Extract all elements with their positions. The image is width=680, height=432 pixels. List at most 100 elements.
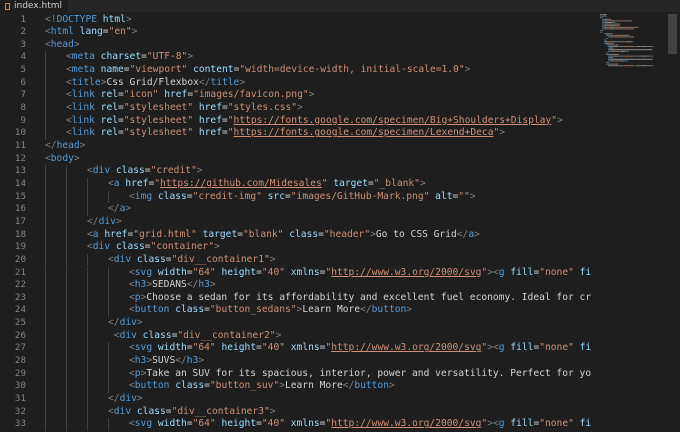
code-text: <p>Take an SUV for its spacious, interio…	[129, 368, 592, 381]
line-number: 9	[20, 114, 26, 126]
code-line[interactable]: 12 <body>	[0, 153, 592, 166]
minimap-line	[606, 54, 607, 55]
code-text: <h3>SEDANS</h3>	[129, 279, 216, 292]
minimap-line	[650, 55, 651, 57]
indent-guide	[45, 266, 46, 280]
indent-guide	[45, 342, 46, 356]
code-line[interactable]: 23 <p>Choose a sedan for its affordabilit…	[0, 291, 592, 305]
minimap-line	[608, 55, 609, 57]
code-token: http://www.w3.org/2000/svg	[331, 266, 482, 278]
code-line[interactable]: 17 </div>	[0, 215, 592, 229]
code-line[interactable]: 8 <link rel="stylesheet" href="styles.css…	[0, 102, 592, 115]
code-line[interactable]: 10 <link rel="stylesheet" href="https://f…	[0, 127, 592, 140]
scrollbar-thumb[interactable]	[668, 14, 677, 54]
code-token: class	[136, 405, 166, 417]
code-token: "div__container3"	[171, 405, 270, 417]
code-line[interactable]: 29 <p>Take an SUV for its spacious, inter…	[0, 367, 592, 381]
tab-index-html[interactable]: index.html	[0, 0, 68, 12]
code-line[interactable]: 24 <button class="button_sedans">Learn Mo…	[0, 304, 592, 318]
code-line[interactable]: 27 <svg width="64" height="40" xmlns="htt…	[0, 342, 592, 356]
code-line[interactable]: 33 <svg width="64" height="40" xmlns="htt…	[0, 418, 592, 431]
code-line[interactable]: 4 <meta charset="UTF-8">	[0, 51, 592, 65]
code-token: h3	[198, 279, 210, 291]
minimap-line	[614, 25, 620, 27]
code-token: button	[371, 304, 407, 316]
code-token: link	[71, 127, 95, 139]
indent-guide	[45, 177, 46, 191]
minimap[interactable]	[596, 12, 666, 432]
code-line[interactable]: 16 </a>	[0, 203, 592, 216]
minimap-line	[608, 57, 610, 59]
code-line[interactable]: 5 <meta name="viewport" content="width=de…	[0, 64, 592, 77]
indent-guide	[45, 317, 46, 330]
code-line[interactable]: 25 </div>	[0, 317, 592, 330]
code-line[interactable]: 18 <a href="grid.html" target="blank" cla…	[0, 228, 592, 242]
indent-guide	[66, 203, 67, 216]
code-token: div	[119, 329, 137, 341]
minimap-line	[634, 65, 635, 67]
code-line[interactable]: 3 <head>	[0, 39, 592, 52]
code-line[interactable]: 22 <h3>SEDANS</h3>	[0, 279, 592, 292]
code-line[interactable]: 19 <div class="container">	[0, 241, 592, 254]
code-token: "none"	[539, 266, 574, 278]
code-token: "stylesheet"	[123, 114, 194, 126]
line-number: 12	[14, 152, 26, 164]
code-line[interactable]: 32 <div class="div__container3">	[0, 405, 592, 419]
minimap-line	[606, 44, 607, 46]
indent-guide	[45, 51, 46, 65]
minimap-line	[606, 20, 607, 22]
minimap-line	[619, 25, 620, 27]
indent-guide	[66, 329, 67, 343]
code-line[interactable]: 15 <img class="credit-img" src="images/Gi…	[0, 190, 592, 204]
code-line[interactable]: 14 <a href="https://github.com/Midesales"…	[0, 177, 592, 191]
code-token: Take an SUV for its spacious, interior, …	[146, 367, 592, 379]
minimap-line	[601, 14, 604, 15]
code-line[interactable]: 2 <html lang="en">	[0, 26, 592, 39]
code-token: name	[100, 64, 124, 76]
code-line[interactable]: 9 <link rel="stylesheet" href="https://fo…	[0, 114, 592, 128]
code-line[interactable]: 7 <link rel="icon" href="images/favicon.p…	[0, 89, 592, 103]
code-line[interactable]: 13 <div class="credit">	[0, 165, 592, 178]
code-token: https://github.com/Midesales	[160, 177, 322, 189]
code-line[interactable]: 31 </div>	[0, 393, 592, 406]
minimap-line	[600, 14, 601, 15]
code-token: >	[198, 355, 205, 367]
indent-guide	[45, 253, 46, 267]
code-line[interactable]: 26 <div class="div__container2">	[0, 329, 592, 343]
minimap-line	[610, 44, 618, 46]
minimap-line	[622, 46, 623, 47]
minimap-line	[633, 36, 634, 38]
code-line[interactable]: 21 <svg width="64" height="40" xmlns="htt…	[0, 266, 592, 280]
minimap-line	[636, 46, 639, 47]
code-line[interactable]: 1 <!DOCTYPE html>	[0, 14, 592, 27]
code-line[interactable]: 6 <title>Css Grid/Flexbox</title>	[0, 76, 592, 90]
code-line[interactable]: 30 <button class="button_suv">Learn More<…	[0, 380, 592, 393]
indent-guide	[87, 253, 88, 267]
minimap-line	[606, 42, 609, 44]
code-token: "button_sedans"	[209, 304, 297, 316]
minimap-line	[635, 65, 637, 67]
vertical-scrollbar[interactable]	[666, 12, 680, 432]
line-number: 17	[14, 215, 26, 227]
minimap-line	[608, 47, 610, 49]
line-number: 16	[14, 203, 26, 215]
minimap-line	[620, 23, 621, 25]
minimap-line	[611, 28, 614, 30]
indent-guide	[87, 266, 88, 280]
code-token: "40"	[261, 342, 285, 354]
code-line[interactable]: 28 <h3>SUVS</h3>	[0, 355, 592, 368]
minimap-line	[608, 49, 609, 51]
indent-guide	[66, 304, 67, 318]
indent-guide	[45, 203, 46, 216]
code-token: http://www.w3.org/2000/svg	[331, 418, 482, 430]
code-line[interactable]: 11 </head>	[0, 140, 592, 153]
code-token: href	[198, 102, 222, 114]
minimap-line	[608, 50, 609, 52]
minimap-line	[606, 52, 607, 54]
code-line[interactable]: 20 <div class="div__container1">	[0, 253, 592, 267]
indent-guide	[87, 367, 88, 381]
line-number: 6	[20, 76, 26, 88]
code-editor[interactable]: 1 <!DOCTYPE html> 2 <html lang="en"> 3 <head>…	[0, 12, 592, 432]
minimap-line	[612, 41, 613, 43]
code-token: https://fonts.google.com/specimen/Big+Sh…	[233, 114, 552, 126]
